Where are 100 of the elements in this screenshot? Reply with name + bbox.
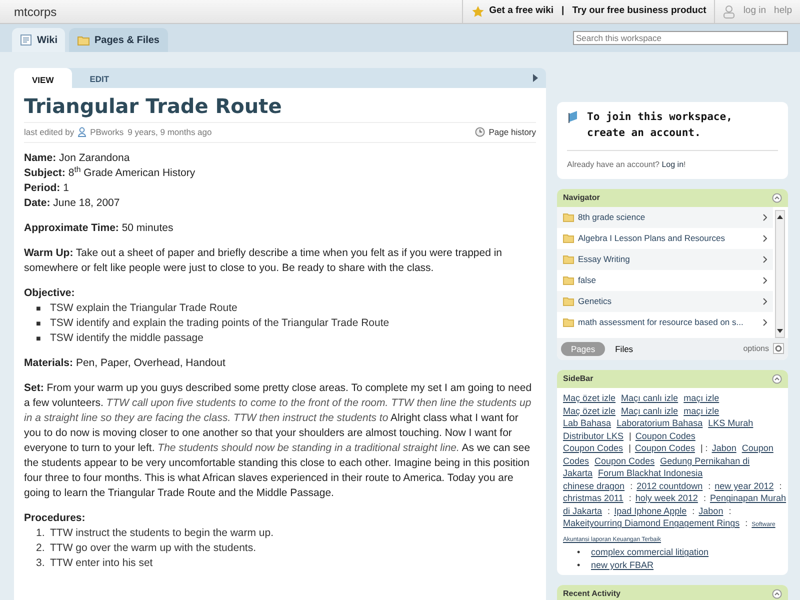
separator: : — [630, 480, 633, 491]
list-item: TSW explain the Triangular Trade Route — [50, 302, 238, 314]
sidebar-link[interactable]: LKS Murah — [708, 418, 754, 428]
sidebar-link[interactable]: Makeityourring Diamond Engagement Rings — [563, 518, 740, 528]
site-name[interactable]: mtcorps — [0, 2, 57, 20]
chevron-right-icon — [763, 318, 767, 326]
flag-icon — [567, 110, 579, 123]
folder-icon — [563, 212, 574, 222]
sidebar-link[interactable]: Jabon — [712, 443, 736, 454]
workspace-tab[interactable]: Pages & Files — [69, 28, 168, 52]
section-heading: Procedures: — [24, 510, 86, 526]
sidebar-link[interactable]: Jakarta — [563, 468, 593, 478]
sidebar-link[interactable]: new york FBAR — [591, 560, 654, 570]
list-item: TSW identify the middle passage — [50, 332, 204, 344]
sidebar-link[interactable]: Maçı canlı izle — [621, 393, 678, 404]
sidebar-link[interactable]: Penginapan Murah — [710, 493, 786, 504]
sidebar-link[interactable]: Jabon — [698, 506, 724, 516]
info-line: Date: June 18, 2007 — [24, 196, 121, 211]
search-field[interactable]: Search this workspace — [573, 31, 788, 45]
sidebar-link[interactable]: Coupon Codes — [594, 456, 655, 466]
chevron-right-icon — [763, 256, 767, 262]
separator: : — [692, 506, 695, 516]
sidebar-link[interactable]: new year 2012 — [714, 480, 774, 491]
panel-title: SideBar — [563, 373, 594, 386]
navigator-tab[interactable]: Files — [605, 342, 644, 356]
editor-link[interactable]: PBworks — [90, 126, 124, 139]
folder-icon — [563, 296, 574, 306]
section-heading: Objective: — [24, 286, 76, 301]
info-line: Period: 1 — [24, 180, 70, 196]
chevron-right-icon — [763, 298, 767, 304]
sidebar-link[interactable]: Maç özet izle — [563, 393, 616, 404]
panel-title: Recent Activity — [563, 588, 620, 600]
sidebar-link[interactable]: Coupon — [742, 443, 774, 454]
options-link[interactable]: options — [743, 342, 769, 355]
sidebar-link[interactable]: maçı izle — [684, 406, 720, 416]
edited-label: last edited by — [24, 126, 74, 139]
folder-icon — [563, 254, 574, 264]
sidebar-link[interactable]: Coupon Codes — [635, 430, 696, 441]
page-title: Triangular Trade Route — [24, 92, 536, 123]
collapse-icon — [772, 192, 782, 202]
page-tab[interactable]: VIEW — [14, 68, 72, 88]
folder-icon — [563, 234, 574, 242]
navigator-item[interactable]: Essay Writing — [557, 248, 773, 270]
sidebar-link[interactable]: Forum Blackhat Indonesia — [598, 468, 703, 478]
expand-arrow-icon — [533, 74, 538, 82]
sidebar-link[interactable]: Maçı canlı izle — [621, 406, 678, 416]
bullet-marker: • — [577, 558, 582, 572]
folder-icon — [563, 276, 574, 284]
sidebar-link[interactable]: maçı izle — [684, 393, 720, 404]
page-history-link[interactable]: Page history — [488, 126, 536, 139]
list-marker: 2. — [36, 540, 46, 556]
sidebar-link[interactable]: Distributor LKS — [563, 430, 624, 441]
sidebar-link[interactable]: christmas 2011 — [563, 493, 624, 504]
star-badge-icon — [471, 4, 486, 18]
panel-title: Navigator — [563, 192, 600, 204]
separator: : — [703, 493, 706, 504]
clock-icon — [474, 127, 485, 138]
page-tab[interactable]: EDIT — [72, 70, 128, 88]
sidebar-link[interactable]: Gedung Pernikahan di — [660, 456, 750, 466]
sidebar-link[interactable]: Codes — [563, 456, 590, 466]
sidebar-link[interactable]: holy week 2012 — [635, 493, 698, 504]
create-account-link[interactable]: create an account — [587, 126, 694, 139]
paragraph: Set: From your warm up you guys described some pretty close areas. To complete my set I am going to need a few volunteers. TTW call upon five students to come to the front of the room. TTW then line the students up in a straight line so they are facing the class. TTW then instruct the students to Alright class what I want for you to do now is moving closer to one another so that your shoulders are almost touching. Now I want for everyone to turn to your left. The students should now be standing in a traditional straight line. As we can see the students appear to be very uncomfortable standing this close to each other. Imagine being in this position four three to four months. This is what African slaves experienced in their route to America. Today you are going to learn the Triangular Trade Route and the Middle Passage. — [24, 380, 533, 501]
collapse-icon — [772, 374, 782, 384]
sidebar-link[interactable]: chinese dragon — [563, 480, 625, 491]
separator: : — [745, 518, 748, 528]
sidebar-link[interactable]: Coupon Codes — [634, 443, 695, 454]
sidebar-link[interactable]: complex commercial litigation — [591, 547, 709, 558]
navigator-item[interactable]: math assessment for resource based on s... — [557, 312, 773, 332]
separator: : — [728, 506, 732, 516]
user-icon — [723, 4, 736, 18]
scrollbar-drawing[interactable] — [775, 210, 785, 338]
free-wiki-link[interactable]: Get a free wiki — [489, 4, 554, 19]
paragraph: Materials: Pen, Paper, Overhead, Handout — [24, 356, 226, 371]
sidebar-link[interactable]: Maç özet izle — [563, 406, 616, 416]
sidebar-link[interactable]: Laboratorium Bahasa — [616, 418, 703, 428]
navigator-item[interactable]: false — [557, 270, 773, 290]
chevron-right-icon — [763, 234, 767, 242]
user-icon — [78, 127, 86, 138]
sidebar-link[interactable]: Ipad Iphone Apple — [614, 506, 687, 516]
chevron-right-icon — [763, 276, 767, 284]
bullet-marker: • — [577, 546, 582, 559]
navigator-item[interactable]: 8th grade science — [557, 206, 773, 228]
navigator-item[interactable]: Genetics — [557, 290, 773, 312]
separator: | — [562, 4, 564, 18]
business-product-link[interactable]: Try our free business product — [572, 4, 706, 19]
sidebar-link[interactable]: Coupon Codes — [563, 443, 624, 454]
collapse-icon — [772, 589, 782, 600]
separator: : — [608, 506, 610, 516]
list-marker: ■ — [36, 332, 42, 345]
list-item: TSW identify and explain the trading points of the Triangular Trade Route — [50, 316, 390, 329]
list-item: TTW go over the warm up with the students. — [50, 542, 256, 554]
workspace-tab[interactable]: Wiki — [12, 28, 66, 52]
sidebar-link[interactable]: 2012 countdown — [636, 480, 703, 491]
navigator-item[interactable]: Algebra I Lesson Plans and Resources — [557, 228, 773, 248]
login-link[interactable]: Log in — [662, 160, 684, 168]
list-item: TTW instruct the students to begin the warm up. — [50, 526, 274, 539]
separator: | — [629, 430, 632, 441]
sidebar-link[interactable]: di Jakarta — [563, 506, 602, 516]
sidebar-link[interactable]: Lab Bahasa — [563, 418, 612, 428]
